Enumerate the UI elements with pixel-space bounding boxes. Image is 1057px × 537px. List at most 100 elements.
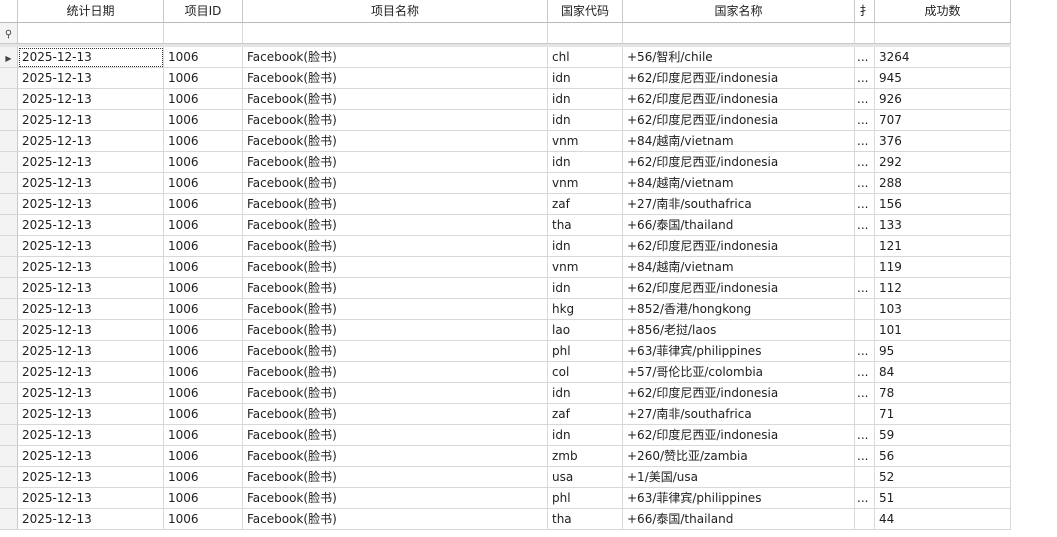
row-indicator[interactable] bbox=[0, 89, 18, 110]
cell-truncated-column[interactable]: ... bbox=[855, 425, 875, 446]
cell-country-name[interactable]: +62/印度尼西亚/indonesia bbox=[623, 89, 855, 110]
cell-country-name[interactable]: +84/越南/vietnam bbox=[623, 257, 855, 278]
filter-project-name[interactable] bbox=[243, 23, 548, 44]
cell-country-code[interactable]: tha bbox=[548, 215, 623, 236]
header-project-name[interactable]: 项目名称 bbox=[243, 0, 548, 23]
cell-country-name[interactable]: +62/印度尼西亚/indonesia bbox=[623, 278, 855, 299]
cell-success-count[interactable]: 121 bbox=[875, 236, 1011, 257]
cell-stat-date[interactable]: 2025-12-13 bbox=[18, 257, 164, 278]
cell-success-count[interactable]: 78 bbox=[875, 383, 1011, 404]
cell-project-id[interactable]: 1006 bbox=[164, 509, 243, 530]
row-indicator[interactable] bbox=[0, 404, 18, 425]
cell-country-code[interactable]: chl bbox=[548, 47, 623, 68]
cell-project-name[interactable]: Facebook(脸书) bbox=[243, 467, 548, 488]
cell-success-count[interactable]: 926 bbox=[875, 89, 1011, 110]
row-indicator[interactable] bbox=[0, 488, 18, 509]
cell-country-code[interactable]: zaf bbox=[548, 194, 623, 215]
cell-country-name[interactable]: +62/印度尼西亚/indonesia bbox=[623, 152, 855, 173]
cell-project-id[interactable]: 1006 bbox=[164, 236, 243, 257]
cell-project-id[interactable]: 1006 bbox=[164, 278, 243, 299]
cell-project-name[interactable]: Facebook(脸书) bbox=[243, 299, 548, 320]
cell-country-code[interactable]: idn bbox=[548, 383, 623, 404]
cell-country-code[interactable]: lao bbox=[548, 320, 623, 341]
cell-truncated-column[interactable] bbox=[855, 299, 875, 320]
cell-success-count[interactable]: 71 bbox=[875, 404, 1011, 425]
cell-project-id[interactable]: 1006 bbox=[164, 152, 243, 173]
header-stat-date[interactable]: 统计日期 bbox=[18, 0, 164, 23]
cell-country-code[interactable]: idn bbox=[548, 152, 623, 173]
cell-project-name[interactable]: Facebook(脸书) bbox=[243, 131, 548, 152]
cell-project-name[interactable]: Facebook(脸书) bbox=[243, 383, 548, 404]
row-indicator[interactable] bbox=[0, 236, 18, 257]
cell-stat-date[interactable]: 2025-12-13 bbox=[18, 320, 164, 341]
cell-project-name[interactable]: Facebook(脸书) bbox=[243, 425, 548, 446]
filter-truncated-column[interactable] bbox=[855, 23, 875, 44]
row-indicator[interactable] bbox=[0, 299, 18, 320]
cell-country-name[interactable]: +852/香港/hongkong bbox=[623, 299, 855, 320]
cell-project-id[interactable]: 1006 bbox=[164, 362, 243, 383]
header-corner[interactable] bbox=[0, 0, 18, 23]
cell-stat-date[interactable]: 2025-12-13 bbox=[18, 173, 164, 194]
cell-project-id[interactable]: 1006 bbox=[164, 215, 243, 236]
cell-success-count[interactable]: 101 bbox=[875, 320, 1011, 341]
row-indicator[interactable] bbox=[0, 152, 18, 173]
cell-stat-date[interactable]: 2025-12-13 bbox=[18, 362, 164, 383]
cell-truncated-column[interactable]: ... bbox=[855, 362, 875, 383]
row-indicator[interactable] bbox=[0, 341, 18, 362]
cell-country-code[interactable]: idn bbox=[548, 110, 623, 131]
cell-country-code[interactable]: zaf bbox=[548, 404, 623, 425]
cell-project-name[interactable]: Facebook(脸书) bbox=[243, 152, 548, 173]
cell-country-code[interactable]: idn bbox=[548, 236, 623, 257]
cell-country-name[interactable]: +62/印度尼西亚/indonesia bbox=[623, 68, 855, 89]
cell-truncated-column[interactable]: ... bbox=[855, 278, 875, 299]
cell-truncated-column[interactable]: ... bbox=[855, 47, 875, 68]
cell-truncated-column[interactable]: ... bbox=[855, 152, 875, 173]
cell-project-name[interactable]: Facebook(脸书) bbox=[243, 362, 548, 383]
row-indicator[interactable] bbox=[0, 362, 18, 383]
cell-country-name[interactable]: +260/赞比亚/zambia bbox=[623, 446, 855, 467]
cell-project-id[interactable]: 1006 bbox=[164, 194, 243, 215]
cell-country-name[interactable]: +63/菲律宾/philippines bbox=[623, 341, 855, 362]
cell-truncated-column[interactable] bbox=[855, 509, 875, 530]
cell-project-name[interactable]: Facebook(脸书) bbox=[243, 110, 548, 131]
cell-stat-date[interactable]: 2025-12-13 bbox=[18, 446, 164, 467]
cell-project-id[interactable]: 1006 bbox=[164, 110, 243, 131]
cell-project-id[interactable]: 1006 bbox=[164, 299, 243, 320]
cell-truncated-column[interactable]: ... bbox=[855, 194, 875, 215]
cell-project-name[interactable]: Facebook(脸书) bbox=[243, 446, 548, 467]
cell-truncated-column[interactable]: ... bbox=[855, 131, 875, 152]
cell-truncated-column[interactable]: ... bbox=[855, 215, 875, 236]
cell-stat-date[interactable]: 2025-12-13 bbox=[18, 488, 164, 509]
cell-stat-date[interactable]: 2025-12-13 bbox=[18, 383, 164, 404]
row-indicator[interactable] bbox=[0, 173, 18, 194]
cell-project-id[interactable]: 1006 bbox=[164, 89, 243, 110]
cell-stat-date[interactable]: 2025-12-13 bbox=[18, 131, 164, 152]
cell-stat-date[interactable]: 2025-12-13 bbox=[18, 404, 164, 425]
cell-success-count[interactable]: 292 bbox=[875, 152, 1011, 173]
cell-truncated-column[interactable] bbox=[855, 320, 875, 341]
cell-success-count[interactable]: 112 bbox=[875, 278, 1011, 299]
cell-country-name[interactable]: +66/泰国/thailand bbox=[623, 215, 855, 236]
cell-project-id[interactable]: 1006 bbox=[164, 446, 243, 467]
cell-success-count[interactable]: 156 bbox=[875, 194, 1011, 215]
cell-project-id[interactable]: 1006 bbox=[164, 47, 243, 68]
cell-country-name[interactable]: +63/菲律宾/philippines bbox=[623, 488, 855, 509]
cell-success-count[interactable]: 95 bbox=[875, 341, 1011, 362]
header-country-code[interactable]: 国家代码 bbox=[548, 0, 623, 23]
row-indicator[interactable] bbox=[0, 320, 18, 341]
cell-success-count[interactable]: 707 bbox=[875, 110, 1011, 131]
cell-stat-date[interactable]: 2025-12-13 bbox=[18, 299, 164, 320]
cell-country-code[interactable]: zmb bbox=[548, 446, 623, 467]
cell-success-count[interactable]: 3264 bbox=[875, 47, 1011, 68]
cell-country-code[interactable]: vnm bbox=[548, 257, 623, 278]
cell-country-code[interactable]: idn bbox=[548, 89, 623, 110]
cell-truncated-column[interactable] bbox=[855, 236, 875, 257]
cell-country-name[interactable]: +62/印度尼西亚/indonesia bbox=[623, 110, 855, 131]
cell-country-name[interactable]: +62/印度尼西亚/indonesia bbox=[623, 425, 855, 446]
data-grid[interactable]: 统计日期 项目ID 项目名称 国家代码 国家名称 扌 成功数 ⚲ ▶ 2025-1… bbox=[0, 0, 1057, 537]
cell-project-name[interactable]: Facebook(脸书) bbox=[243, 68, 548, 89]
cell-project-name[interactable]: Facebook(脸书) bbox=[243, 89, 548, 110]
cell-stat-date[interactable]: 2025-12-13 bbox=[18, 425, 164, 446]
cell-country-code[interactable]: phl bbox=[548, 488, 623, 509]
filter-project-id[interactable] bbox=[164, 23, 243, 44]
